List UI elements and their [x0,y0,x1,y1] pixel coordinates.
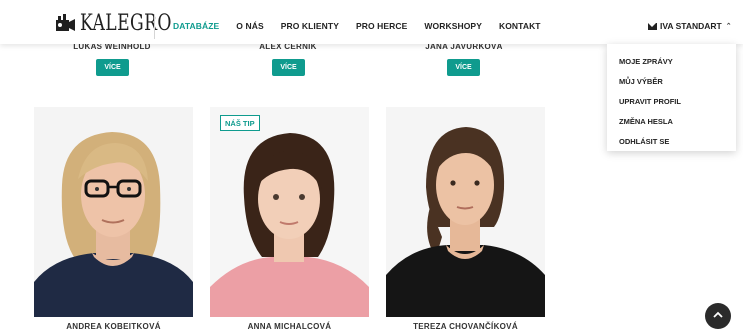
actor-name[interactable]: ANDREA KOBEITKOVÁ [34,322,193,331]
menu-item-upravit-profil[interactable]: UPRAVIT PROFIL [607,92,736,112]
nav-item-o-nas[interactable]: O NÁS [236,21,263,31]
actor-photo [34,107,193,317]
main-nav: DATABÁZE O NÁS PRO KLIENTY PRO HERCE WOR… [173,21,558,31]
scroll-to-top-button[interactable] [705,303,731,329]
actor-card[interactable] [386,107,545,317]
nav-item-workshopy[interactable]: WORKSHOPY [424,21,482,31]
our-tip-badge: NÁŠ TIP [220,115,260,131]
actor-name[interactable]: TEREZA CHOVANČÍKOVÁ [386,322,545,331]
menu-item-muj-vyber[interactable]: MŮJ VÝBĚR [607,72,736,92]
more-button[interactable]: VÍCE [447,59,480,76]
nav-item-kontakt[interactable]: KONTAKT [499,21,541,31]
chevron-up-icon [713,311,723,318]
user-name: IVA STANDART [660,21,722,31]
nav-item-databaze[interactable]: DATABÁZE [173,21,219,31]
nav-item-pro-klienty[interactable]: PRO KLIENTY [281,21,339,31]
user-dropdown-menu: MOJE ZPRÁVY MŮJ VÝBĚR UPRAVIT PROFIL ZMĚ… [607,44,736,151]
site-header: KALEGRO DATABÁZE O NÁS PRO KLIENTY PRO H… [0,0,743,44]
more-button[interactable]: VÍCE [96,59,129,76]
header-divider [154,15,155,39]
logo-icon [56,14,75,31]
actor-card[interactable] [210,107,369,317]
actor-photo [386,107,545,317]
envelope-icon [648,22,657,30]
menu-item-odhlasit-se[interactable]: ODHLÁSIT SE [607,132,736,152]
user-menu-toggle[interactable]: IVA STANDART ⌃ [648,21,732,31]
menu-item-moje-zpravy[interactable]: MOJE ZPRÁVY [607,52,736,72]
menu-item-zmena-hesla[interactable]: ZMĚNA HESLA [607,112,736,132]
actor-card[interactable] [34,107,193,317]
more-button[interactable]: VÍCE [272,59,305,76]
actor-photo [210,107,369,317]
actor-name[interactable]: ANNA MICHALCOVÁ [210,322,369,331]
nav-item-pro-herce[interactable]: PRO HERCE [356,21,407,31]
chevron-up-icon: ⌃ [725,23,732,30]
logo-text: KALEGRO [80,10,172,36]
